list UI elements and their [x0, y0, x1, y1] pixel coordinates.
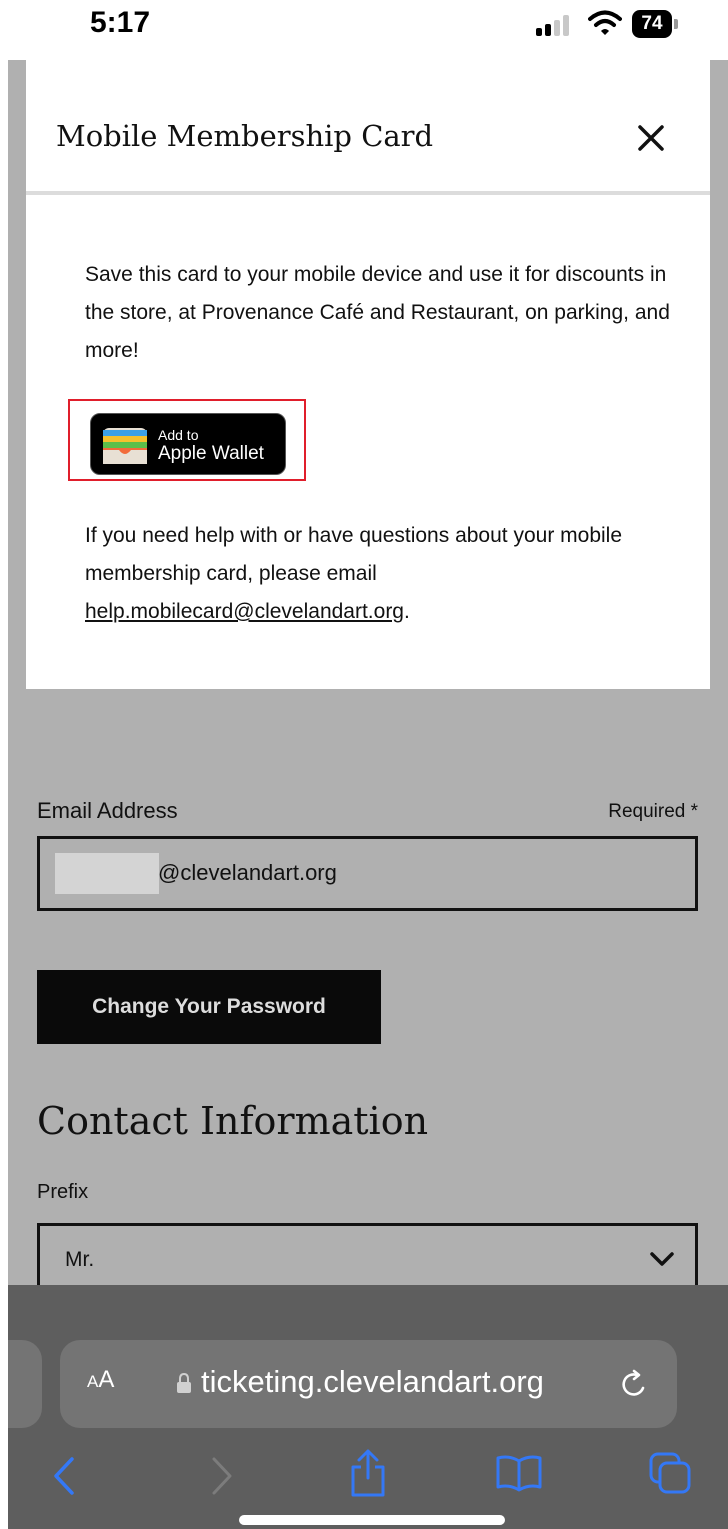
modal-intro-text: Save this card to your mobile device and… [85, 263, 670, 362]
required-label: Required * [608, 801, 698, 822]
previous-tab-peek[interactable] [8, 1340, 42, 1428]
back-icon[interactable] [48, 1455, 78, 1497]
chevron-down-icon [650, 1252, 674, 1266]
prefix-label: Prefix [37, 1181, 89, 1203]
text-size-small: A [87, 1372, 99, 1391]
change-password-button[interactable]: Change Your Password [37, 970, 381, 1044]
help-suffix: . [404, 600, 410, 623]
email-label: Email Address [37, 798, 178, 823]
wallet-big-label: Apple Wallet [158, 443, 264, 464]
wallet-icon [103, 428, 147, 464]
close-icon[interactable] [634, 121, 668, 155]
email-value: @clevelandart.org [158, 860, 337, 885]
battery-indicator: 74 [632, 10, 678, 38]
help-email-link[interactable]: help.mobilecard@clevelandart.org [85, 600, 404, 623]
prefix-value: Mr. [65, 1248, 95, 1271]
share-icon[interactable] [348, 1448, 388, 1498]
battery-tip [674, 19, 678, 29]
tabs-icon[interactable] [648, 1451, 692, 1495]
browser-toolbar: AA ticketing.clevelandart.org [8, 1285, 728, 1529]
status-bar: 5:17 74 [0, 0, 728, 60]
membership-card-modal: Mobile Membership Card Save this card to… [26, 60, 710, 689]
modal-header: Mobile Membership Card [26, 60, 710, 195]
add-to-apple-wallet-button[interactable]: Add to Apple Wallet [90, 413, 286, 475]
reload-icon[interactable] [618, 1367, 652, 1401]
help-text: If you need help with or have questions … [85, 524, 623, 585]
email-field[interactable]: @clevelandart.org [37, 836, 698, 911]
text-size-button[interactable]: AA [87, 1366, 114, 1394]
battery-level: 74 [632, 10, 672, 38]
modal-help-text: If you need help with or have questions … [85, 517, 675, 631]
lock-icon [177, 1373, 191, 1393]
contact-information-heading: Contact Information [37, 1099, 429, 1143]
bookmarks-icon[interactable] [495, 1453, 543, 1493]
cellular-signal-icon [536, 14, 570, 36]
text-size-big: A [98, 1366, 115, 1393]
address-bar[interactable]: AA ticketing.clevelandart.org [60, 1340, 677, 1428]
wallet-highlight-box: Add to Apple Wallet [68, 399, 306, 481]
redacted-text [55, 853, 159, 894]
modal-title: Mobile Membership Card [56, 119, 434, 153]
wifi-icon [588, 10, 622, 35]
home-indicator [239, 1515, 505, 1525]
status-time: 5:17 [90, 6, 151, 39]
forward-icon[interactable] [208, 1455, 238, 1497]
url-text: ticketing.clevelandart.org [201, 1364, 544, 1399]
wallet-small-label: Add to [158, 427, 199, 443]
